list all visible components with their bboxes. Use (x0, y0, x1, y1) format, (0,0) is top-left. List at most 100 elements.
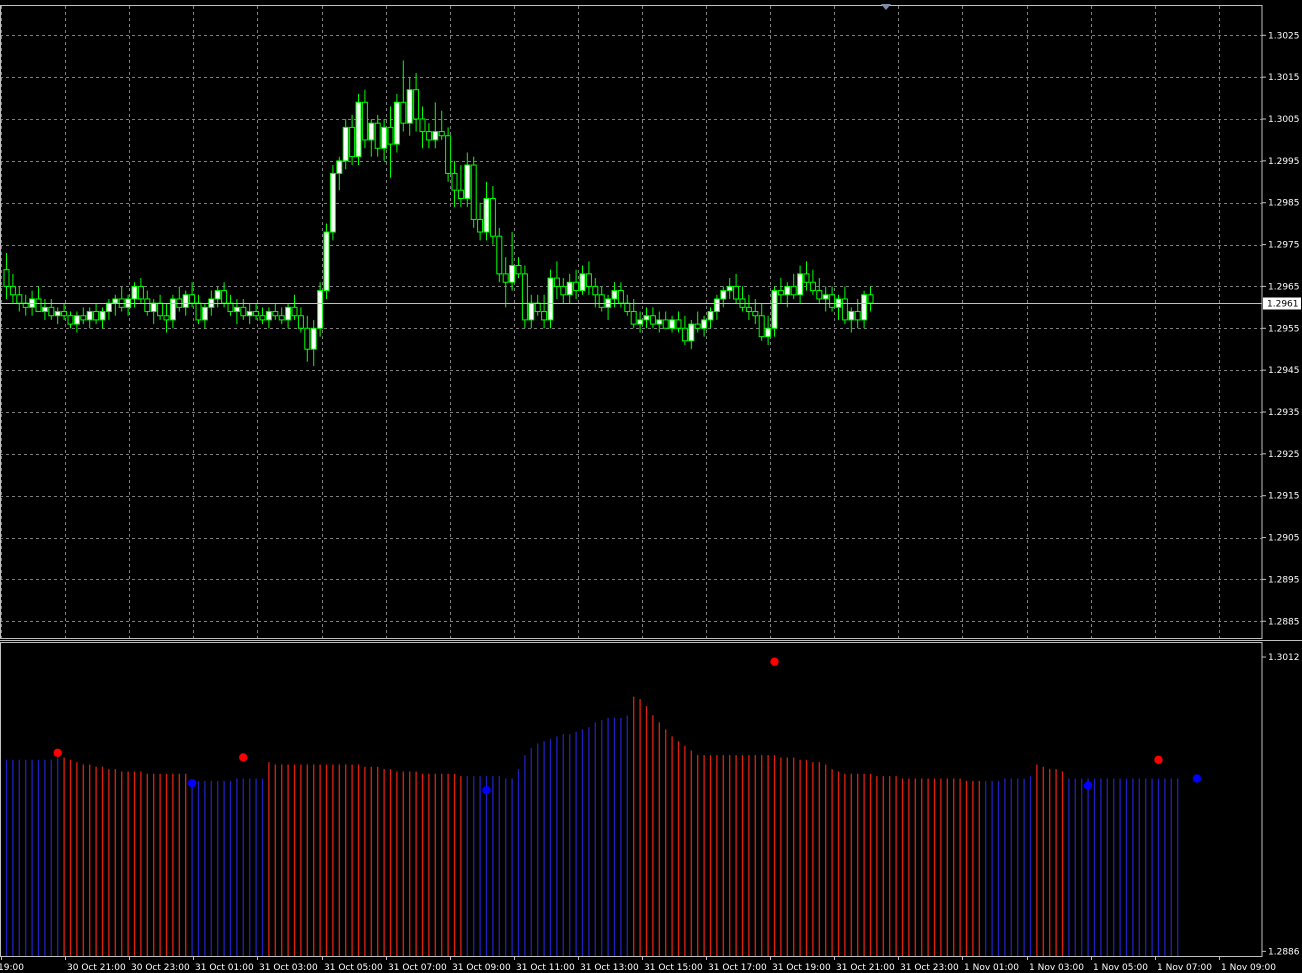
candle-body[interactable] (669, 319, 676, 329)
candle-body[interactable] (54, 311, 61, 317)
candle-body[interactable] (425, 131, 432, 141)
candle-body[interactable] (317, 290, 324, 329)
candle-body[interactable] (9, 285, 16, 296)
candle-body[interactable] (662, 319, 669, 329)
candle-body[interactable] (368, 122, 375, 141)
candle-body[interactable] (829, 294, 836, 308)
candle-body[interactable] (387, 126, 394, 145)
candle-body[interactable] (630, 311, 637, 325)
candle-body[interactable] (259, 315, 266, 321)
candle-body[interactable] (816, 290, 823, 300)
candle-body[interactable] (790, 285, 797, 296)
candle-body[interactable] (73, 315, 80, 325)
candle-body[interactable] (445, 135, 452, 174)
candle-body[interactable] (393, 101, 400, 145)
candle-body[interactable] (406, 89, 413, 124)
price-axis[interactable]: 1.3025 1.3015 1.3005 1.2995 1.2985 1.2975 1.29… (1262, 31, 1300, 627)
candle-body[interactable] (809, 281, 816, 292)
candle-body[interactable] (137, 285, 144, 300)
candle-body[interactable] (496, 235, 503, 275)
candle-body[interactable] (777, 290, 784, 296)
candle-body[interactable] (67, 315, 74, 325)
candle-body[interactable] (707, 311, 714, 321)
candle-body[interactable] (694, 323, 701, 329)
candle-body[interactable] (573, 281, 580, 292)
candle-body[interactable] (61, 311, 68, 317)
candle-body[interactable] (355, 101, 362, 158)
candle-body[interactable] (272, 311, 279, 317)
candle-body[interactable] (41, 306, 48, 313)
candle-body[interactable] (278, 315, 285, 321)
candle-body[interactable] (35, 298, 42, 313)
candle-body[interactable] (726, 285, 733, 292)
candle-body[interactable] (502, 273, 509, 283)
candle-body[interactable] (105, 302, 112, 313)
candle-body[interactable] (150, 302, 157, 313)
candle-body[interactable] (848, 311, 855, 321)
candle-body[interactable] (221, 290, 228, 304)
mt4-chart-window[interactable]: 1.3025 1.3015 1.3005 1.2995 1.2985 1.2975 1.29… (0, 0, 1302, 973)
candle-body[interactable] (214, 290, 221, 300)
candle-body[interactable] (713, 298, 720, 313)
candle-body[interactable] (451, 172, 458, 191)
candle-body[interactable] (80, 315, 87, 321)
candle-body[interactable] (310, 327, 317, 350)
candle-body[interactable] (515, 264, 522, 275)
candle-body[interactable] (432, 131, 439, 141)
candle-body[interactable] (3, 269, 10, 287)
candle-body[interactable] (189, 294, 196, 304)
candle-body[interactable] (489, 198, 496, 237)
candle-body[interactable] (182, 294, 189, 308)
candle-body[interactable] (528, 302, 535, 321)
candle-body[interactable] (560, 285, 567, 296)
candle-body[interactable] (233, 306, 240, 313)
candle-body[interactable] (579, 273, 586, 292)
candle-body[interactable] (681, 327, 688, 342)
candle-body[interactable] (841, 298, 848, 321)
candle-body[interactable] (861, 294, 868, 321)
candle-body[interactable] (483, 198, 490, 233)
candle-body[interactable] (752, 311, 759, 317)
candle-body[interactable] (797, 273, 804, 296)
candle-body[interactable] (541, 311, 548, 321)
candle-body[interactable] (144, 298, 151, 313)
candle-body[interactable] (342, 126, 349, 162)
candle-body[interactable] (413, 89, 420, 120)
candle-body[interactable] (169, 298, 176, 321)
candle-body[interactable] (131, 285, 138, 300)
candle-body[interactable] (637, 319, 644, 325)
candle-body[interactable] (509, 264, 516, 283)
candle-body[interactable] (285, 306, 292, 321)
candle-body[interactable] (521, 273, 528, 321)
candle-body[interactable] (336, 160, 343, 174)
candle-body[interactable] (701, 319, 708, 329)
candle-body[interactable] (867, 294, 874, 304)
candle-body[interactable] (297, 315, 304, 329)
candle-body[interactable] (227, 302, 234, 313)
candle-body[interactable] (822, 294, 829, 300)
candle-body[interactable] (745, 306, 752, 313)
candle-body[interactable] (617, 290, 624, 304)
candle-body[interactable] (566, 281, 573, 296)
candle-body[interactable] (240, 306, 247, 317)
candle-body[interactable] (201, 306, 208, 321)
candle-body[interactable] (534, 302, 541, 313)
candle-body[interactable] (585, 273, 592, 287)
candle-body[interactable] (304, 327, 311, 350)
candle-body[interactable] (547, 277, 554, 321)
candle-body[interactable] (246, 311, 253, 317)
candle-body[interactable] (765, 327, 772, 338)
candle-body[interactable] (464, 164, 471, 200)
candle-body[interactable] (649, 315, 656, 325)
candle-body[interactable] (195, 302, 202, 321)
candle-body[interactable] (733, 285, 740, 300)
candle-body[interactable] (854, 311, 861, 321)
candle-body[interactable] (688, 323, 695, 342)
candle-body[interactable] (438, 131, 445, 137)
candle-body[interactable] (381, 126, 388, 149)
candle-body[interactable] (598, 294, 605, 308)
candle-body[interactable] (93, 311, 100, 321)
candle-body[interactable] (477, 218, 484, 233)
candle-body[interactable] (99, 311, 106, 321)
candle-body[interactable] (470, 164, 477, 220)
